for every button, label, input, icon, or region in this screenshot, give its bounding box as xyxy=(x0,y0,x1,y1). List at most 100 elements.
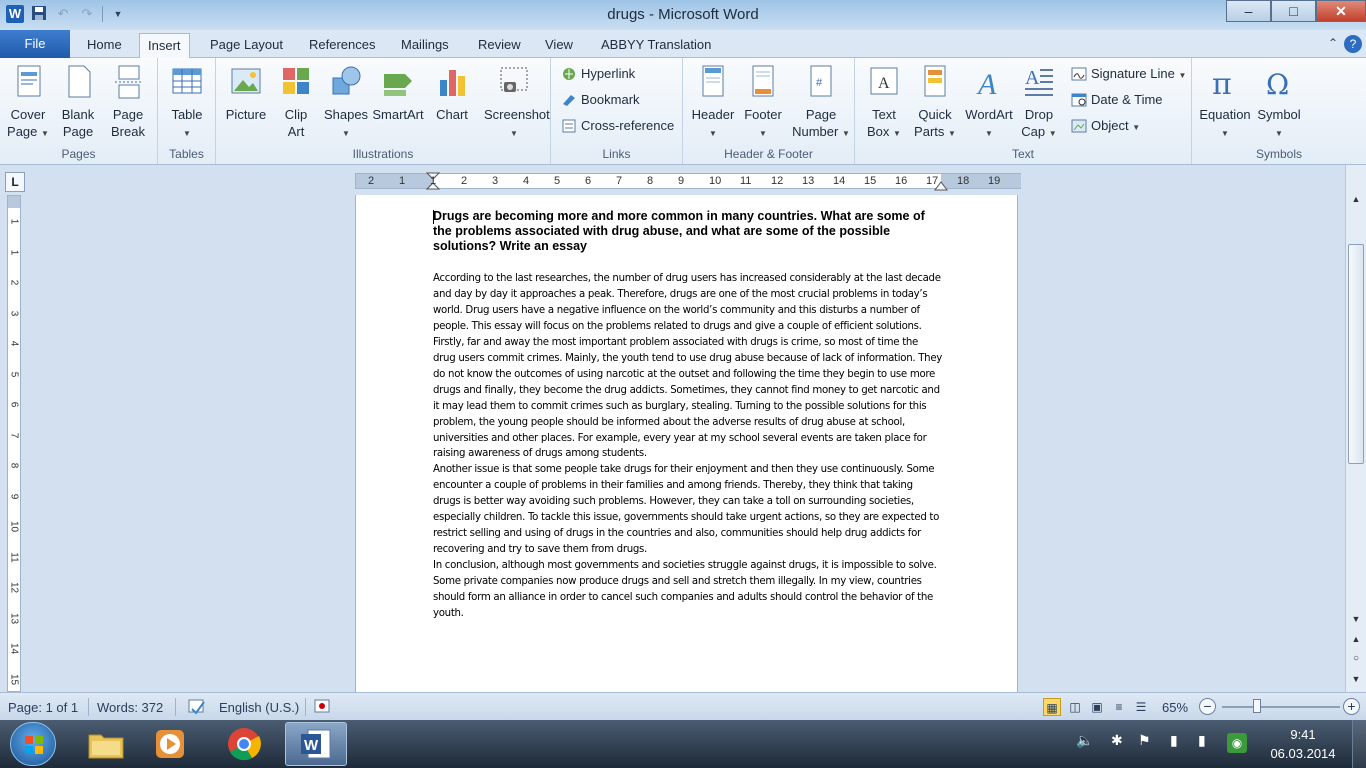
hyperlink-button[interactable]: Hyperlink xyxy=(559,63,635,85)
full-screen-reading-view-icon[interactable]: ◫ xyxy=(1066,698,1084,716)
bookmark-icon xyxy=(563,95,575,106)
vruler-tick-label: 8 xyxy=(8,462,20,469)
cross-reference-button[interactable]: Cross-reference xyxy=(559,115,674,137)
footer-button[interactable]: Footer ▼ xyxy=(737,64,789,142)
proofing-icon[interactable] xyxy=(187,697,207,717)
draft-view-icon[interactable]: ☰ xyxy=(1132,698,1150,716)
equation-button[interactable]: π Equation ▼ xyxy=(1198,64,1252,142)
tab-file[interactable]: File xyxy=(0,30,70,59)
tab-references[interactable]: References xyxy=(301,33,383,58)
page-break-button[interactable]: Page Break xyxy=(102,64,154,140)
tab-page-layout[interactable]: Page Layout xyxy=(202,33,291,58)
taskbar-media-player[interactable] xyxy=(140,722,200,766)
word-count[interactable]: Words: 372 xyxy=(97,700,163,715)
group-tables: Table ▼ Tables xyxy=(158,58,216,164)
maximize-button[interactable]: □ xyxy=(1271,0,1316,22)
show-desktop-button[interactable] xyxy=(1352,720,1366,768)
horizontal-ruler[interactable]: 2 1 1 2 3 4 5 6 7 8 9 10 11 12 13 14 15 16 17 18 19 xyxy=(355,172,1021,191)
smartart-button[interactable]: SmartArt xyxy=(372,64,424,123)
vruler-tick-label: 11 xyxy=(8,551,20,563)
chrome-icon xyxy=(228,728,261,761)
volume-icon[interactable]: 🔈 xyxy=(1076,732,1093,749)
system-clock[interactable]: 9:41 06.03.2014 xyxy=(1268,725,1338,763)
vertical-ruler[interactable]: 1 1 2 3 4 5 6 7 8 9 10 11 12 13 14 15 xyxy=(7,195,21,692)
wordart-button[interactable]: A WordArt ▼ xyxy=(960,64,1018,142)
minimize-button[interactable]: – xyxy=(1226,0,1271,22)
essay-paragraph[interactable]: Another issue is that some people take d… xyxy=(433,462,943,558)
tab-home[interactable]: Home xyxy=(79,33,130,58)
web-layout-view-icon[interactable]: ▣ xyxy=(1088,698,1106,716)
date-time-button[interactable]: Date & Time xyxy=(1069,89,1163,111)
ruler-tick-label: 13 xyxy=(802,175,815,187)
battery-icon[interactable]: ▮ xyxy=(1170,732,1178,749)
cross-reference-icon xyxy=(562,119,576,133)
essay-paragraph[interactable]: In conclusion, although most governments… xyxy=(433,558,943,622)
zoom-out-button[interactable]: − xyxy=(1199,698,1216,715)
vruler-tick-label: 4 xyxy=(8,340,20,347)
tab-abbyy-translation[interactable]: ABBYY Translation xyxy=(593,33,719,58)
chart-button[interactable]: Chart xyxy=(426,64,478,123)
action-center-icon[interactable]: ⚑ xyxy=(1138,732,1151,749)
print-layout-view-icon[interactable]: ▦ xyxy=(1043,698,1061,716)
symbol-button[interactable]: Ω Symbol ▼ xyxy=(1252,64,1306,142)
picture-button[interactable]: Picture xyxy=(220,64,272,123)
document-page[interactable]: Drugs are becoming more and more common … xyxy=(355,195,1018,692)
page-number-button[interactable]: # Page Number ▼ xyxy=(791,64,851,142)
taskbar-windows-explorer[interactable] xyxy=(76,722,136,766)
taskbar-chrome[interactable] xyxy=(214,722,274,766)
ribbon-tabs: File Home Insert Page Layout References … xyxy=(0,30,1366,59)
taskbar-microsoft-word[interactable]: W xyxy=(285,722,347,766)
tab-review[interactable]: Review xyxy=(470,33,529,58)
outline-view-icon[interactable]: ≡ xyxy=(1110,698,1128,716)
browse-object-icon[interactable]: ○ xyxy=(1348,651,1364,667)
network-signal-icon[interactable]: ▮ xyxy=(1198,732,1206,749)
group-header-footer: Header ▼ Footer ▼ # Page Number ▼ Header… xyxy=(683,58,855,164)
tab-view[interactable]: View xyxy=(537,33,581,58)
screenshot-button[interactable]: Screenshot ▼ xyxy=(484,64,550,142)
vertical-scrollbar[interactable]: ▲ ▼ ▲ ○ ▼ xyxy=(1345,165,1366,692)
tab-insert[interactable]: Insert xyxy=(139,33,190,58)
zoom-level[interactable]: 65% xyxy=(1162,700,1188,715)
minimize-ribbon-icon[interactable]: ⌃ xyxy=(1328,36,1338,50)
clip-art-button[interactable]: Clip Art xyxy=(270,64,322,140)
scroll-down-icon[interactable]: ▼ xyxy=(1348,611,1364,627)
language-tray-icon[interactable]: ◉ xyxy=(1227,733,1247,753)
signature-line-button[interactable]: Signature Line ▼ xyxy=(1069,63,1186,85)
start-button[interactable] xyxy=(10,722,56,766)
bluetooth-icon[interactable]: ✱ xyxy=(1111,732,1123,749)
tab-selector[interactable]: L xyxy=(5,172,25,192)
zoom-slider-thumb[interactable] xyxy=(1253,699,1261,713)
header-button[interactable]: Header ▼ xyxy=(687,64,739,142)
scrollbar-thumb[interactable] xyxy=(1348,244,1364,464)
cover-page-button[interactable]: Cover Page ▼ xyxy=(2,64,54,142)
macro-recording-icon[interactable] xyxy=(314,698,330,714)
essay-paragraph[interactable]: According to the last researches, the nu… xyxy=(433,271,943,335)
vruler-tick-label: 6 xyxy=(8,401,20,408)
object-button[interactable]: Object ▼ xyxy=(1069,115,1140,137)
ruler-tick-label: 8 xyxy=(647,175,654,187)
page-count[interactable]: Page: 1 of 1 xyxy=(8,700,78,715)
drop-cap-button[interactable]: A Drop Cap ▼ xyxy=(1013,64,1065,142)
quick-parts-button[interactable]: Quick Parts ▼ xyxy=(909,64,961,142)
previous-page-icon[interactable]: ▲ xyxy=(1348,631,1364,647)
scroll-up-icon[interactable]: ▲ xyxy=(1348,191,1364,207)
bookmark-button[interactable]: Bookmark xyxy=(559,89,640,111)
zoom-slider[interactable] xyxy=(1222,706,1340,708)
shapes-button[interactable]: Shapes ▼ xyxy=(320,64,372,142)
tab-mailings[interactable]: Mailings xyxy=(393,33,457,58)
vruler-tick-label: 2 xyxy=(8,279,20,286)
zoom-in-button[interactable]: + xyxy=(1343,698,1360,715)
text-box-button[interactable]: A Text Box ▼ xyxy=(858,64,910,142)
table-button[interactable]: Table ▼ xyxy=(161,64,213,142)
next-page-icon[interactable]: ▼ xyxy=(1348,671,1364,687)
essay-paragraph[interactable]: Firstly, far and away the most important… xyxy=(433,335,943,463)
language-indicator[interactable]: English (U.S.) xyxy=(219,700,299,715)
group-links: Hyperlink Bookmark Cross-reference Links xyxy=(551,58,683,164)
essay-title[interactable]: Drugs are becoming more and more common … xyxy=(433,209,933,254)
help-icon[interactable]: ? xyxy=(1344,35,1362,53)
page-break-icon xyxy=(115,65,143,99)
essay-body[interactable]: According to the last researches, the nu… xyxy=(433,271,943,622)
shapes-icon xyxy=(332,66,361,95)
close-button[interactable]: ✕ xyxy=(1316,0,1366,22)
blank-page-button[interactable]: Blank Page xyxy=(52,64,104,140)
